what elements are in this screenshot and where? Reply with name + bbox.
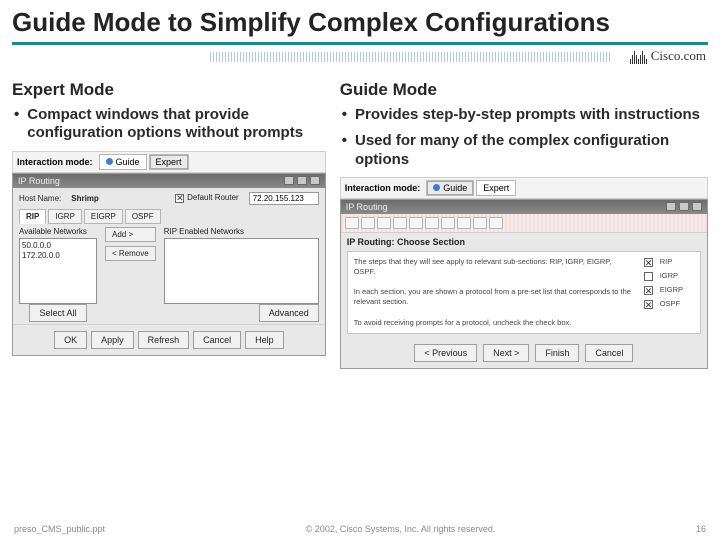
guide-dot-icon bbox=[433, 184, 440, 191]
toolbar-icon[interactable] bbox=[361, 217, 375, 229]
footer-file: preso_CMS_public.ppt bbox=[14, 524, 105, 534]
mode-expert-button[interactable]: Expert bbox=[149, 154, 189, 170]
guide-bullets: Provides step-by-step prompts with instr… bbox=[340, 106, 708, 169]
mode-label: Interaction mode: bbox=[17, 157, 93, 167]
chk-eigrp[interactable] bbox=[644, 286, 653, 295]
tab-rip[interactable]: RIP bbox=[19, 209, 46, 224]
expert-titlebar: IP Routing bbox=[13, 174, 325, 188]
cancel-button-g[interactable]: Cancel bbox=[585, 344, 633, 362]
mode-label-g: Interaction mode: bbox=[345, 183, 421, 193]
next-button[interactable]: Next > bbox=[483, 344, 529, 362]
guide-window: IP Routing IP Routing: C bbox=[340, 199, 708, 369]
cisco-bars-icon bbox=[630, 50, 647, 64]
guide-bullet-2: Used for many of the complex configurati… bbox=[355, 132, 708, 169]
toolbar-icon[interactable] bbox=[425, 217, 439, 229]
close-icon[interactable] bbox=[310, 176, 320, 185]
max-icon[interactable] bbox=[679, 202, 689, 211]
host-value: Shrimp bbox=[71, 194, 99, 203]
guide-bullet-1: Provides step-by-step prompts with instr… bbox=[355, 106, 700, 124]
toolbar-icon[interactable] bbox=[393, 217, 407, 229]
divider-area: Cisco.com bbox=[0, 42, 720, 76]
remove-button[interactable]: < Remove bbox=[105, 246, 156, 261]
toolbar-icon[interactable] bbox=[409, 217, 423, 229]
toolbar-icon[interactable] bbox=[473, 217, 487, 229]
slide-footer: preso_CMS_public.ppt © 2002, Cisco Syste… bbox=[0, 524, 720, 534]
mode-bar-expert: Interaction mode: Guide Expert bbox=[12, 151, 326, 173]
mode-bar-guide: Interaction mode: Guide Expert bbox=[340, 177, 708, 199]
expert-button-row: OK Apply Refresh Cancel Help bbox=[19, 331, 319, 349]
guide-toolbar bbox=[341, 214, 707, 233]
min-icon[interactable] bbox=[284, 176, 294, 185]
enabled-listbox[interactable] bbox=[164, 238, 319, 304]
close-icon[interactable] bbox=[692, 202, 702, 211]
logo-text: Cisco.com bbox=[651, 48, 706, 64]
min-icon[interactable] bbox=[666, 202, 676, 211]
guide-dot-icon bbox=[106, 158, 113, 165]
cancel-button[interactable]: Cancel bbox=[193, 331, 241, 349]
chk-ospf[interactable] bbox=[644, 300, 653, 309]
cisco-logo: Cisco.com bbox=[630, 48, 706, 64]
tab-ospf[interactable]: OSPF bbox=[125, 209, 161, 224]
apply-button[interactable]: Apply bbox=[91, 331, 134, 349]
guide-screenshot: Interaction mode: Guide Expert IP Routin… bbox=[340, 177, 708, 369]
dash-fade bbox=[210, 52, 610, 62]
refresh-button[interactable]: Refresh bbox=[138, 331, 190, 349]
proto-tabs: RIP IGRP EIGRP OSPF bbox=[19, 209, 319, 224]
def-router-check[interactable] bbox=[175, 194, 184, 203]
mode-guide-button-g[interactable]: Guide bbox=[426, 180, 474, 196]
enabled-label: RIP Enabled Networks bbox=[164, 227, 319, 236]
def-router-label: Default Router bbox=[187, 193, 239, 202]
select-all-button[interactable]: Select All bbox=[29, 304, 86, 322]
chk-rip[interactable] bbox=[644, 258, 653, 267]
guide-button-row: < Previous Next > Finish Cancel bbox=[341, 338, 707, 368]
toolbar-icon[interactable] bbox=[489, 217, 503, 229]
tab-igrp[interactable]: IGRP bbox=[48, 209, 82, 224]
window-controls bbox=[284, 176, 320, 185]
guide-panel: The steps that they will see apply to re… bbox=[347, 251, 701, 334]
add-button[interactable]: Add > bbox=[105, 227, 156, 242]
toolbar-icon[interactable] bbox=[345, 217, 359, 229]
avail-listbox[interactable]: 50.0.0.0 172.20.0.0 bbox=[19, 238, 97, 304]
mode-guide-button[interactable]: Guide bbox=[99, 154, 147, 170]
footer-page: 16 bbox=[696, 524, 706, 534]
mode-segment: Guide Expert bbox=[99, 154, 189, 170]
host-label: Host Name: bbox=[19, 194, 61, 203]
help-button[interactable]: Help bbox=[245, 331, 284, 349]
guide-p1: The steps that they will see apply to re… bbox=[354, 257, 634, 277]
toolbar-icon[interactable] bbox=[377, 217, 391, 229]
chk-igrp[interactable] bbox=[644, 272, 653, 281]
guide-options: RIP IGRP EIGRP OSPF bbox=[644, 257, 694, 328]
guide-section-title: IP Routing: Choose Section bbox=[341, 233, 707, 249]
mode-expert-button-g[interactable]: Expert bbox=[476, 180, 516, 196]
max-icon[interactable] bbox=[297, 176, 307, 185]
guide-p3: To avoid receiving prompts for a protoco… bbox=[354, 318, 634, 328]
net-1[interactable]: 50.0.0.0 bbox=[22, 241, 94, 251]
net-2[interactable]: 172.20.0.0 bbox=[22, 251, 94, 261]
expert-screenshot: Interaction mode: Guide Expert IP Routin… bbox=[12, 151, 326, 356]
ok-button[interactable]: OK bbox=[54, 331, 87, 349]
expert-heading: Expert Mode bbox=[12, 80, 326, 100]
guide-titlebar: IP Routing bbox=[341, 200, 707, 214]
toolbar-icon[interactable] bbox=[441, 217, 455, 229]
slide-title: Guide Mode to Simplify Complex Configura… bbox=[0, 0, 720, 38]
finish-button[interactable]: Finish bbox=[535, 344, 579, 362]
expert-bullet-1: Compact windows that provide configurati… bbox=[27, 106, 325, 143]
guide-heading: Guide Mode bbox=[340, 80, 708, 100]
expert-window-title: IP Routing bbox=[18, 176, 60, 186]
guide-p2: In each section, you are shown a protoco… bbox=[354, 287, 634, 307]
toolbar-icon[interactable] bbox=[457, 217, 471, 229]
prev-button[interactable]: < Previous bbox=[414, 344, 477, 362]
def-router-input[interactable] bbox=[249, 192, 319, 205]
footer-copyright: © 2002, Cisco Systems, Inc. All rights r… bbox=[306, 524, 496, 534]
separator bbox=[13, 324, 325, 325]
tab-eigrp[interactable]: EIGRP bbox=[84, 209, 123, 224]
expert-bullets: Compact windows that provide configurati… bbox=[12, 106, 326, 143]
expert-window: IP Routing Host Name: Shrimp Default Rou… bbox=[12, 173, 326, 356]
underline-rule bbox=[12, 42, 708, 45]
advanced-button[interactable]: Advanced bbox=[259, 304, 319, 322]
avail-label: Available Networks bbox=[19, 227, 97, 236]
guide-window-title: IP Routing bbox=[346, 202, 388, 212]
